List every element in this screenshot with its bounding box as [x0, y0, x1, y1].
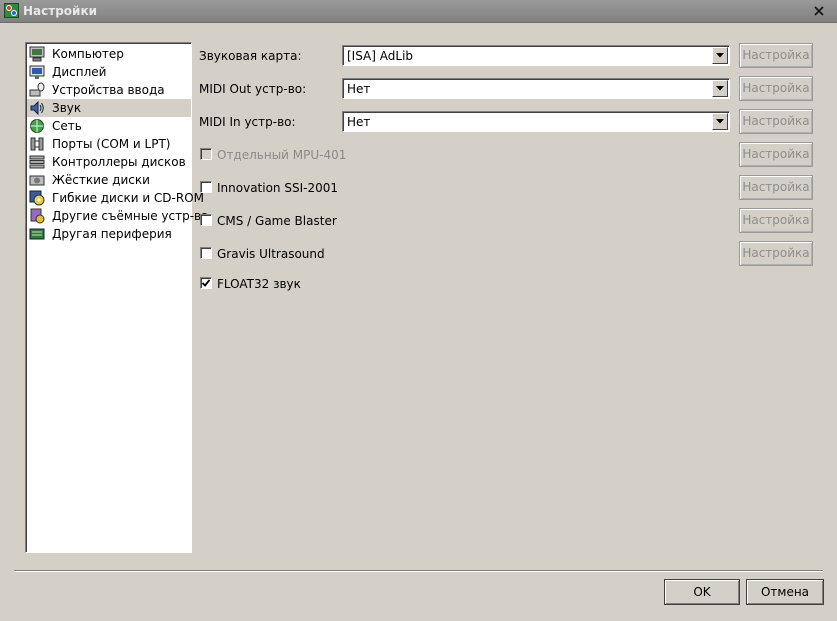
mpu401-label: Отдельный MPU-401	[217, 148, 347, 162]
gravis-ultrasound-configure-button[interactable]: Настройка	[739, 241, 813, 266]
chevron-down-icon[interactable]	[712, 47, 728, 64]
ok-button[interactable]: OK	[664, 579, 740, 605]
mpu401-configure-button[interactable]: Настройка	[739, 142, 813, 167]
cancel-button[interactable]: Отмена	[746, 579, 824, 605]
sidebar-item-label: Сеть	[52, 119, 82, 133]
sidebar-item-disk-controllers[interactable]: Контроллеры дисков	[27, 153, 191, 171]
float32-checkbox[interactable]	[200, 277, 212, 289]
cms-game-blaster-checkbox[interactable]	[200, 214, 212, 226]
ports-icon	[29, 136, 45, 152]
removable-devices-icon	[29, 208, 45, 224]
window-title: Настройки	[23, 4, 98, 18]
cms-game-blaster-label: CMS / Game Blaster	[217, 214, 337, 228]
peripherals-icon	[29, 226, 45, 242]
midi-in-value: Нет	[347, 115, 371, 129]
midi-out-configure-button[interactable]: Настройка	[739, 76, 813, 101]
gravis-ultrasound-label: Gravis Ultrasound	[217, 247, 325, 261]
mpu401-checkbox[interactable]	[200, 148, 212, 160]
settings-dialog: Настройки Компьютер Дисплей Устройства в…	[0, 0, 837, 621]
title-bar[interactable]: Настройки	[0, 0, 837, 23]
sound-card-select[interactable]: [ISA] AdLib	[342, 45, 730, 66]
sidebar-item-floppy-cdrom[interactable]: Гибкие диски и CD-ROM	[27, 189, 204, 207]
sidebar-item-label: Другие съёмные устр-ва	[52, 209, 209, 223]
midi-out-label: MIDI Out устр-во:	[199, 82, 307, 96]
checkmark-icon	[201, 279, 211, 287]
sidebar-item-hard-disks[interactable]: Жёсткие диски	[27, 171, 191, 189]
midi-in-label: MIDI In устр-во:	[199, 115, 296, 129]
midi-out-value: Нет	[347, 82, 371, 96]
network-icon	[29, 118, 45, 134]
chevron-down-icon[interactable]	[712, 113, 728, 130]
chevron-down-icon[interactable]	[712, 80, 728, 97]
hard-disks-icon	[29, 172, 45, 188]
sidebar-item-label: Устройства ввода	[52, 83, 165, 97]
midi-out-select[interactable]: Нет	[342, 78, 730, 99]
sidebar-item-display[interactable]: Дисплей	[27, 63, 191, 81]
gravis-ultrasound-checkbox[interactable]	[200, 247, 212, 259]
sidebar-item-label: Компьютер	[52, 47, 124, 61]
category-tree[interactable]: Компьютер Дисплей Устройства ввода Звук …	[25, 42, 209, 553]
ssi2001-configure-button[interactable]: Настройка	[739, 175, 813, 200]
sidebar-item-label: Жёсткие диски	[52, 173, 150, 187]
ssi2001-checkbox[interactable]	[200, 181, 212, 193]
sidebar-item-label: Гибкие диски и CD-ROM	[52, 191, 205, 205]
floppy-cdrom-icon	[29, 190, 45, 206]
sidebar-item-peripherals[interactable]: Другая периферия	[27, 225, 191, 243]
sound-card-label: Звуковая карта:	[199, 49, 302, 63]
sound-card-value: [ISA] AdLib	[347, 49, 414, 63]
footer-separator	[14, 570, 823, 572]
float32-label: FLOAT32 звук	[217, 277, 301, 291]
sidebar-item-computer[interactable]: Компьютер	[27, 45, 191, 63]
sidebar-item-label: Другая периферия	[52, 227, 172, 241]
disk-controllers-icon	[29, 154, 45, 170]
computer-icon	[29, 46, 45, 62]
settings-app-icon	[4, 3, 19, 18]
sidebar-item-label: Звук	[52, 101, 82, 115]
sidebar-item-sound[interactable]: Звук	[27, 99, 191, 117]
sidebar-item-input-devices[interactable]: Устройства ввода	[27, 81, 191, 99]
sidebar-item-label: Контроллеры дисков	[52, 155, 186, 169]
sound-card-configure-button[interactable]: Настройка	[739, 43, 813, 68]
display-icon	[29, 64, 45, 80]
input-devices-icon	[29, 82, 45, 98]
midi-in-configure-button[interactable]: Настройка	[739, 109, 813, 134]
sidebar-item-removable-devices[interactable]: Другие съёмные устр-ва	[27, 207, 209, 225]
sound-icon	[29, 100, 45, 116]
sidebar-item-label: Порты (COM и LPT)	[52, 137, 171, 151]
close-icon[interactable]	[811, 4, 827, 18]
cms-game-blaster-configure-button[interactable]: Настройка	[739, 208, 813, 233]
midi-in-select[interactable]: Нет	[342, 111, 730, 132]
ssi2001-label: Innovation SSI-2001	[217, 181, 338, 195]
sidebar-item-ports[interactable]: Порты (COM и LPT)	[27, 135, 191, 153]
sidebar-item-label: Дисплей	[52, 65, 107, 79]
sidebar-item-network[interactable]: Сеть	[27, 117, 191, 135]
